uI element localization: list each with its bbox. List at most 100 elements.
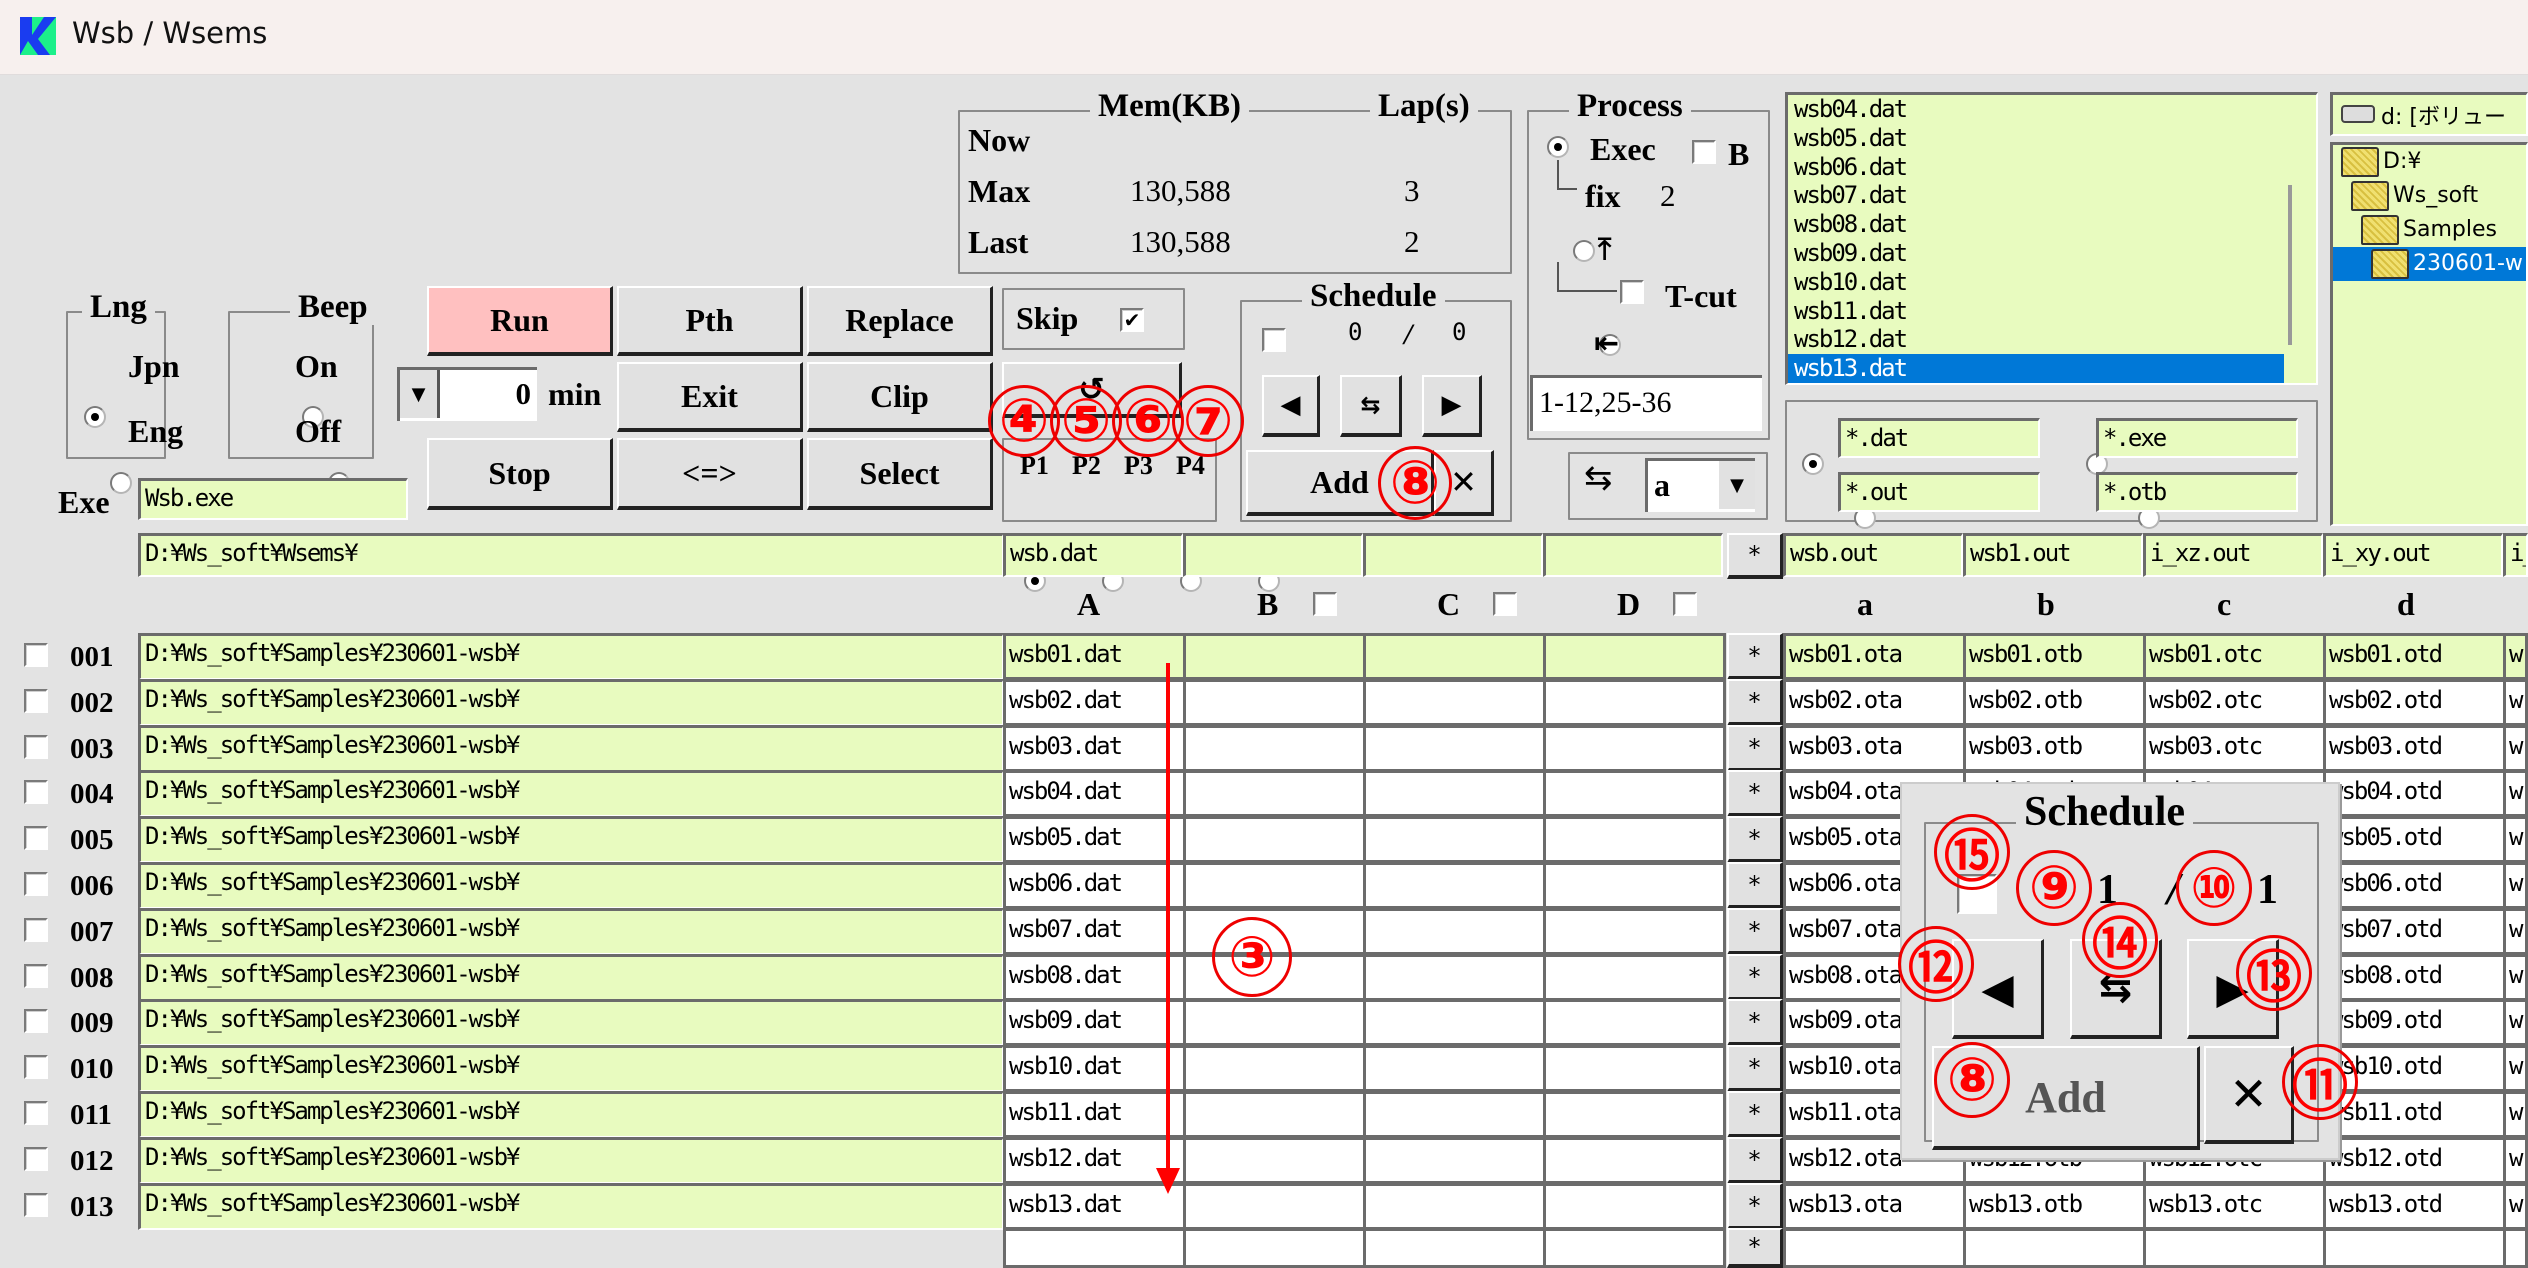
input-cell[interactable]: [1363, 954, 1546, 1001]
file-list-item[interactable]: wsb05.dat: [1788, 124, 2284, 153]
chevron-down-icon[interactable]: ▼: [1719, 461, 1755, 509]
row-star-button[interactable]: *: [1727, 1091, 1783, 1138]
input-a-cell[interactable]: wsb10.dat: [1003, 1045, 1186, 1092]
row-checkbox[interactable]: [24, 643, 48, 667]
input-cell[interactable]: [1183, 679, 1366, 726]
input-cell[interactable]: [1543, 770, 1726, 817]
input-cell[interactable]: [1183, 725, 1366, 772]
input-cell[interactable]: [1543, 633, 1726, 680]
output-header-field[interactable]: wsb.out: [1783, 533, 1963, 577]
select-button[interactable]: Select: [807, 438, 993, 510]
output-cell[interactable]: wsb01.otd: [2323, 633, 2506, 680]
folder-tree[interactable]: D:¥ Ws_soft Samples 230601-w: [2330, 142, 2528, 526]
output-cell[interactable]: w: [2503, 1183, 2528, 1230]
range-input[interactable]: 1-12,25-36: [1530, 375, 1762, 431]
pth-button[interactable]: Pth: [617, 286, 803, 356]
clip-button[interactable]: Clip: [807, 362, 993, 432]
output-cell[interactable]: wsb09.otd: [2323, 999, 2506, 1046]
input-cell[interactable]: [1543, 1183, 1726, 1230]
input-cell[interactable]: [1363, 1137, 1546, 1184]
row-checkbox[interactable]: [24, 1055, 48, 1079]
folder-tree-item[interactable]: Ws_soft: [2333, 179, 2526, 213]
row-path-field[interactable]: D:¥Ws_soft¥Samples¥230601-wsb¥: [138, 1183, 1004, 1230]
filter-field[interactable]: *.otb: [2096, 472, 2298, 512]
file-list-item[interactable]: wsb12.dat: [1788, 325, 2284, 354]
row-checkbox[interactable]: [24, 780, 48, 804]
output-header-field[interactable]: i_xz.out: [2143, 533, 2323, 577]
output-cell[interactable]: wsb08.otd: [2323, 954, 2506, 1001]
row-path-field[interactable]: D:¥Ws_soft¥Samples¥230601-wsb¥: [138, 908, 1004, 955]
input-a-cell[interactable]: wsb08.dat: [1003, 954, 1186, 1001]
input-cell[interactable]: [1543, 725, 1726, 772]
file-list[interactable]: wsb04.dat wsb05.dat wsb06.dat wsb07.dat wsb0…: [1785, 92, 2318, 385]
output-cell[interactable]: wsb13.otd: [2323, 1183, 2506, 1230]
output-cell[interactable]: w: [2503, 679, 2528, 726]
row-path-field[interactable]: D:¥Ws_soft¥Samples¥230601-wsb¥: [138, 862, 1004, 909]
input-cell[interactable]: [1183, 1091, 1366, 1138]
output-cell[interactable]: wsb03.otc: [2143, 725, 2326, 772]
row-star-button[interactable]: *: [1727, 816, 1783, 863]
schedule-jump-button[interactable]: ⇆: [1340, 375, 1402, 437]
input-a-cell[interactable]: wsb05.dat: [1003, 816, 1186, 863]
row-checkbox[interactable]: [24, 964, 48, 988]
output-cell[interactable]: wsb05.otd: [2323, 816, 2506, 863]
schedule-prev-button[interactable]: ◀: [1262, 375, 1320, 437]
input-cell[interactable]: [1183, 862, 1366, 909]
output-header-field[interactable]: i_: [2503, 533, 2528, 577]
file-list-item[interactable]: wsb06.dat: [1788, 153, 2284, 182]
row-star-button[interactable]: *: [1727, 1228, 1783, 1268]
output-cell[interactable]: wsb13.ota: [1783, 1183, 1966, 1230]
output-cell[interactable]: wsb01.otb: [1963, 633, 2146, 680]
input-a-cell[interactable]: wsb04.dat: [1003, 770, 1186, 817]
input-cell[interactable]: [1543, 908, 1726, 955]
row-star-button[interactable]: *: [1727, 725, 1783, 772]
stop-button[interactable]: Stop: [427, 438, 613, 510]
output-cell[interactable]: w: [2503, 999, 2528, 1046]
header-star-button[interactable]: *: [1727, 533, 1783, 579]
row-checkbox[interactable]: [24, 1009, 48, 1033]
filter-field[interactable]: *.exe: [2096, 418, 2298, 458]
output-cell[interactable]: w: [2503, 1137, 2528, 1184]
row-checkbox[interactable]: [24, 735, 48, 759]
output-cell[interactable]: w: [2503, 725, 2528, 772]
output-cell[interactable]: wsb04.otd: [2323, 770, 2506, 817]
file-list-item[interactable]: wsb04.dat: [1788, 95, 2284, 124]
output-cell[interactable]: w: [2503, 633, 2528, 680]
run-button[interactable]: Run: [427, 286, 613, 356]
input-a-cell[interactable]: wsb01.dat: [1003, 633, 1186, 680]
timer-input[interactable]: ▼ 0: [397, 367, 537, 421]
file-list-item[interactable]: wsb08.dat: [1788, 210, 2284, 239]
exe-field[interactable]: Wsb.exe: [138, 478, 408, 520]
input-cell[interactable]: [1363, 908, 1546, 955]
row-star-button[interactable]: *: [1727, 633, 1783, 680]
schedule-checkbox[interactable]: [1262, 328, 1286, 352]
empty-cell[interactable]: [2323, 1228, 2506, 1268]
input-cell[interactable]: [1183, 633, 1366, 680]
input-cell[interactable]: [1363, 816, 1546, 863]
empty-cell[interactable]: [1183, 1228, 1366, 1268]
file-list-item[interactable]: wsb07.dat: [1788, 181, 2284, 210]
output-cell[interactable]: wsb13.otc: [2143, 1183, 2326, 1230]
filter-radio[interactable]: [1802, 453, 1824, 475]
input-cell[interactable]: [1183, 816, 1366, 863]
output-cell[interactable]: wsb02.ota: [1783, 679, 1966, 726]
empty-cell[interactable]: [2503, 1228, 2528, 1268]
input-cell[interactable]: [1543, 954, 1726, 1001]
file-list-item[interactable]: wsb11.dat: [1788, 297, 2284, 326]
row-path-field[interactable]: D:¥Ws_soft¥Samples¥230601-wsb¥: [138, 1137, 1004, 1184]
input-header-field[interactable]: [1183, 533, 1363, 577]
output-cell[interactable]: wsb02.otd: [2323, 679, 2506, 726]
row-path-field[interactable]: D:¥Ws_soft¥Samples¥230601-wsb¥: [138, 1091, 1004, 1138]
file-list-item[interactable]: wsb13.dat: [1788, 354, 2284, 383]
input-cell[interactable]: [1363, 770, 1546, 817]
row-checkbox[interactable]: [24, 1147, 48, 1171]
input-header-field[interactable]: [1363, 533, 1543, 577]
exit-button[interactable]: Exit: [617, 362, 803, 432]
output-cell[interactable]: w: [2503, 1045, 2528, 1092]
scrollbar-thumb[interactable]: [2288, 185, 2292, 345]
output-cell[interactable]: w: [2503, 816, 2528, 863]
input-header-field[interactable]: wsb.dat: [1003, 533, 1183, 577]
output-header-field[interactable]: wsb1.out: [1963, 533, 2143, 577]
input-cell[interactable]: [1543, 999, 1726, 1046]
input-cell[interactable]: [1543, 1091, 1726, 1138]
